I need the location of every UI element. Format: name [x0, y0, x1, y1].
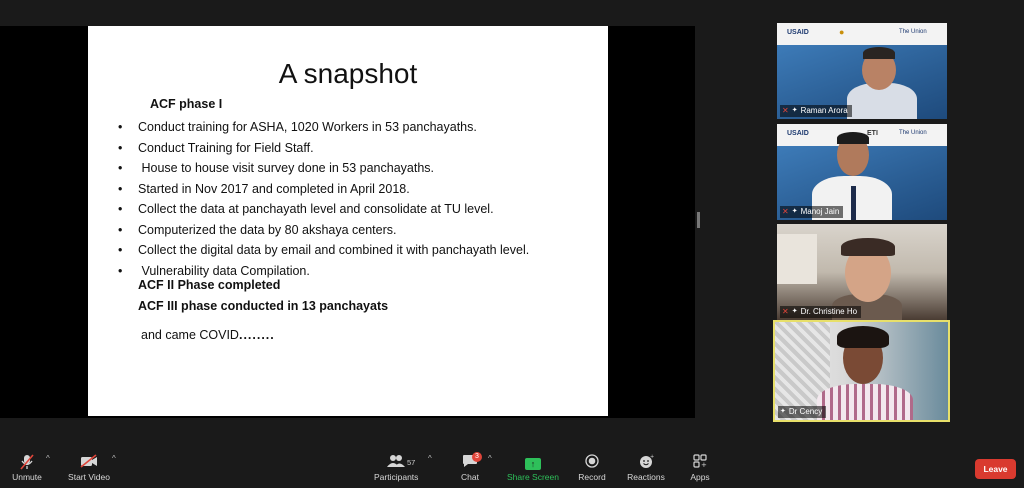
slide-title: A snapshot — [278, 58, 418, 89]
bullet-list: • Conduct training for ASHA, 1020 Workers… — [118, 117, 529, 281]
video-options-chevron-icon[interactable]: ^ — [112, 454, 116, 463]
list-item: • Collect the data at panchayath level an… — [118, 202, 494, 216]
participants-options-chevron-icon[interactable]: ^ — [428, 454, 432, 463]
apps-button[interactable]: + Apps — [686, 454, 714, 482]
participant-name-tag: ✕ ✦ Dr. Christine Ho — [780, 306, 862, 318]
participant-name-tag: ✕ ✦ Raman Arora — [780, 105, 852, 117]
meeting-toolbar: Unmute ^ Start Video ^ Participants 57 ^… — [0, 446, 1024, 488]
mic-off-icon: ✕ — [782, 207, 789, 216]
unmute-button[interactable]: Unmute — [10, 454, 44, 482]
participants-count: 57 — [407, 458, 416, 467]
mic-muted-icon — [10, 454, 44, 472]
shared-screen: A snapshot ACF phase I • Conduct training… — [0, 26, 695, 418]
audio-options-chevron-icon[interactable]: ^ — [46, 454, 50, 463]
share-screen-icon: ↑ — [525, 458, 541, 470]
list-item: • Collect the digital data by email and c… — [118, 243, 530, 257]
mic-off-icon: ✕ — [782, 307, 789, 316]
participant-name-tag: ✦ Dr Cency — [778, 406, 827, 418]
smiley-icon: + — [626, 454, 666, 472]
phase2-line: ACF II Phase completed — [138, 278, 281, 292]
svg-text:+: + — [650, 454, 654, 460]
mic-off-icon: ✕ — [782, 106, 789, 115]
svg-text:+: + — [701, 461, 707, 468]
video-tile-raman[interactable]: USAID ● The Union ✕ ✦ Raman Arora — [777, 23, 947, 119]
closing-line: and came COVID........ — [141, 328, 275, 342]
list-item: • Computerized the data by 80 akshaya cen… — [118, 222, 397, 237]
video-tile-manoj[interactable]: USAID ETI The Union ✕ ✦ Manoj Jain — [777, 124, 947, 220]
pin-icon: ✦ — [791, 308, 798, 315]
list-item: • Started in Nov 2017 and completed in Ap… — [118, 181, 410, 196]
share-screen-button[interactable]: ↑ Share Screen — [506, 454, 560, 482]
record-icon — [576, 454, 608, 472]
camera-off-icon — [66, 454, 112, 472]
list-item: • Conduct training for ASHA, 1020 Workers… — [118, 120, 477, 134]
leave-button[interactable]: Leave — [975, 459, 1016, 479]
video-tile-cency[interactable]: ✦ Dr Cency — [773, 320, 950, 422]
list-item: • House to house visit survey done in 53… — [118, 161, 435, 175]
pin-icon: ✦ — [791, 107, 798, 114]
participant-name-tag: ✕ ✦ Manoj Jain — [780, 206, 844, 218]
start-video-button[interactable]: Start Video — [66, 454, 112, 482]
reactions-button[interactable]: + Reactions — [626, 454, 666, 482]
phase3-line: ACF III phase conducted in 13 panchayats — [138, 299, 389, 313]
tile-banner: USAID ● The Union — [777, 23, 947, 45]
resize-handle[interactable] — [697, 212, 700, 228]
emblem-icon: ● — [839, 27, 845, 37]
presentation-slide: A snapshot ACF phase I • Conduct training… — [88, 26, 608, 416]
pin-icon: ✦ — [791, 208, 798, 215]
chat-options-chevron-icon[interactable]: ^ — [488, 454, 492, 463]
list-item: • Conduct Training for Field Staff. — [118, 140, 314, 155]
phase-heading: ACF phase I — [150, 97, 223, 111]
video-tile-christine[interactable]: ✕ ✦ Dr. Christine Ho — [777, 224, 947, 320]
pin-icon: ✦ — [780, 408, 786, 415]
apps-icon: + — [686, 454, 714, 472]
record-button[interactable]: Record — [576, 454, 608, 482]
chat-unread-badge: 3 — [472, 452, 482, 462]
